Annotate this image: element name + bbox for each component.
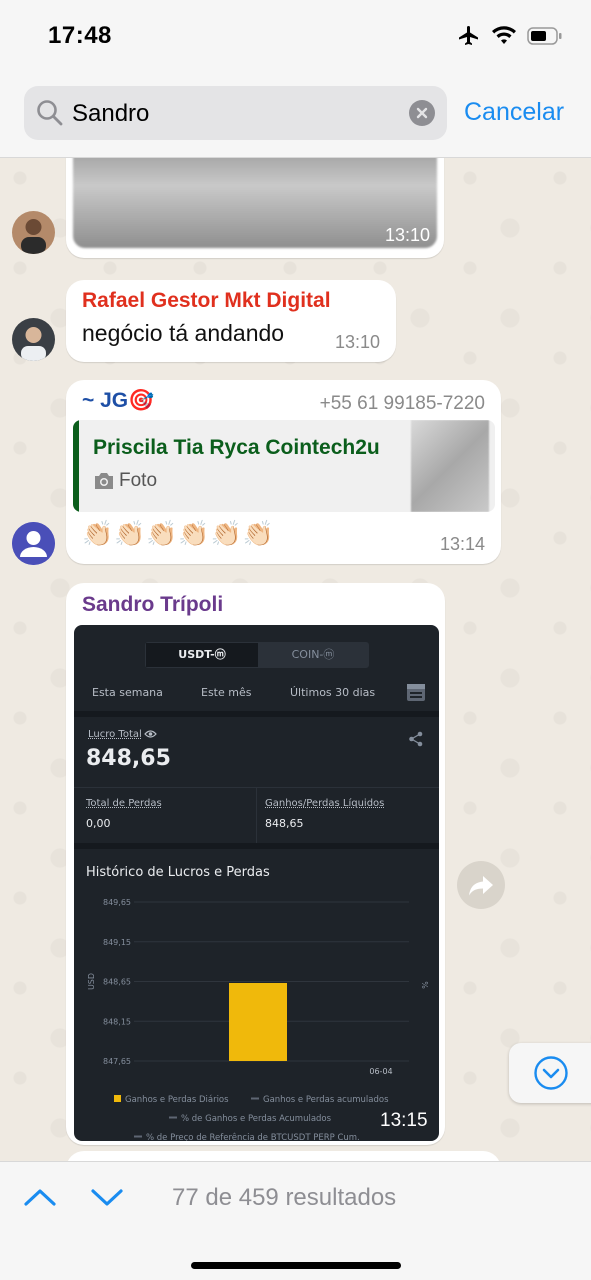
legend-item: Ganhos e Perdas Diários: [125, 1095, 229, 1105]
message-time: 13:14: [439, 534, 485, 554]
divider: [74, 843, 439, 849]
airplane-icon: [459, 26, 478, 45]
chart-title: Histórico de Lucros e Perdas: [86, 865, 270, 880]
sender-name[interactable]: Rafael Gestor Mkt Digital: [82, 289, 331, 313]
search-results-bar: 77 de 459 resultados: [0, 1161, 591, 1280]
legend-swatch: [114, 1095, 121, 1102]
default-avatar-icon: [12, 522, 55, 565]
message-time: 13:10: [384, 225, 430, 245]
next-result-button[interactable]: [89, 1182, 125, 1212]
tab-usdt: USDT-ⓜ: [146, 643, 258, 667]
bar: [229, 983, 287, 1061]
x-tick-label: 06-04: [369, 1067, 392, 1076]
legend-item: % de Ganhos e Perdas Acumulados: [181, 1114, 332, 1124]
forward-icon: [469, 876, 493, 896]
quoted-message[interactable]: Priscila Tia Ryca Cointech2u Foto: [73, 420, 495, 512]
eye-icon: [144, 730, 157, 738]
legend-item: Ganhos e Perdas acumulados: [263, 1095, 389, 1105]
margin-tabs: USDT-ⓜ COIN-ⓜ: [145, 642, 369, 668]
net-pnl-label: Ganhos/Perdas Líquidos: [265, 798, 385, 809]
divider: [74, 711, 439, 717]
results-count: 77 de 459 resultados: [172, 1184, 397, 1211]
period-30-days: Últimos 30 dias: [290, 686, 376, 699]
chevron-down-circle-icon: [534, 1056, 568, 1090]
home-indicator: [191, 1262, 401, 1269]
status-bar: 17:48: [0, 0, 591, 74]
search-query: Sandro: [72, 100, 150, 127]
avatar[interactable]: [12, 318, 55, 361]
calendar-icon: [407, 684, 425, 701]
sender-name[interactable]: Sandro Trípoli: [82, 593, 223, 617]
search-header: Sandro Cancelar: [0, 74, 591, 158]
share-icon: [409, 731, 423, 747]
clear-search-button[interactable]: [409, 100, 435, 126]
status-icons: [457, 24, 563, 48]
search-icon: [37, 100, 63, 126]
message-text: 👏🏻👏🏻👏🏻👏🏻👏🏻👏🏻: [82, 520, 275, 548]
text-message[interactable]: Rafael Gestor Mkt Digital negócio tá and…: [66, 280, 396, 362]
y-axis-label: USD: [87, 973, 96, 990]
y-tick-label: 849,15: [103, 938, 131, 947]
quoted-sender: Priscila Tia Ryca Cointech2u: [93, 436, 380, 459]
message-time: 13:10: [334, 332, 380, 352]
avatar[interactable]: [12, 522, 55, 565]
cancel-button[interactable]: Cancelar: [464, 98, 564, 127]
quoted-type: Foto: [119, 470, 158, 491]
status-time: 17:48: [48, 22, 112, 49]
avatar[interactable]: [12, 211, 55, 254]
y2-axis-label: %: [420, 981, 429, 989]
pnl-bar-chart: 849,65 849,15 848,65 848,15 847,65 USD % 06-04 G…: [87, 898, 429, 1141]
image-message[interactable]: 13:10: [66, 158, 444, 258]
camera-icon: [95, 473, 113, 489]
sender-phone: +55 61 99185-7220: [319, 393, 485, 414]
message-text: negócio tá andando: [82, 320, 285, 346]
wifi-icon: [492, 26, 516, 44]
profit-label: Lucro Total: [88, 729, 142, 740]
period-week: Esta semana: [92, 686, 163, 699]
legend-item: % de Preço de Referência de BTCUSDT PERP…: [146, 1132, 360, 1141]
period-month: Este mês: [201, 686, 252, 699]
blurred-image[interactable]: [73, 158, 437, 248]
reply-message[interactable]: ~ JG🎯 +55 61 99185-7220 Priscila Tia Ryc…: [66, 380, 501, 564]
message-time: 13:15: [380, 1110, 428, 1131]
search-input[interactable]: Sandro: [24, 86, 447, 140]
shared-screenshot[interactable]: USDT-ⓜ COIN-ⓜ Esta semana Este mês Últim…: [74, 625, 439, 1141]
y-tick-label: 848,65: [103, 978, 131, 987]
sender-name[interactable]: ~ JG🎯: [82, 389, 154, 413]
y-tick-label: 848,15: [103, 1017, 131, 1026]
chat-area: 13:10 Rafael Gestor Mkt Digital negócio …: [0, 158, 591, 1161]
scroll-to-bottom-button[interactable]: [509, 1043, 591, 1103]
person-photo-icon: [21, 219, 46, 254]
message-bubble-partial[interactable]: [66, 1151, 501, 1161]
tab-coin: COIN-ⓜ: [258, 643, 368, 667]
y-tick-label: 847,65: [103, 1057, 131, 1066]
battery-icon: [527, 27, 562, 45]
person-photo-icon: [21, 327, 46, 361]
total-losses-value: 0,00: [86, 817, 111, 830]
divider: [256, 787, 257, 843]
profit-value: 848,65: [86, 746, 171, 771]
quoted-thumbnail: [411, 420, 489, 512]
previous-result-button[interactable]: [22, 1182, 58, 1212]
forward-button[interactable]: [457, 861, 505, 909]
close-icon: [416, 107, 428, 119]
total-losses-label: Total de Perdas: [86, 798, 162, 809]
y-tick-label: 849,65: [103, 898, 131, 907]
net-pnl-value: 848,65: [265, 817, 304, 830]
